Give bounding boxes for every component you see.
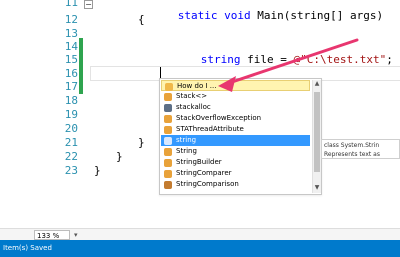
chevron-down-icon[interactable]: ▾ <box>74 230 82 240</box>
line-number: 22 <box>64 150 78 163</box>
intellisense-item-label: How do I ... <box>177 82 217 90</box>
keyword-icon <box>164 104 172 112</box>
code-token: ; <box>386 53 393 66</box>
line-number: 15 <box>64 53 78 66</box>
intellisense-list[interactable]: How do I ... Stack<> stackalloc StackOve… <box>159 78 322 195</box>
gutter: 11 12 13 14 15 16 17 18 19 20 21 22 23 − <box>0 0 96 228</box>
line-number: 17 <box>64 80 78 93</box>
class-icon <box>164 159 172 167</box>
intellisense-item-selected[interactable]: string <box>161 135 310 146</box>
quickinfo-tooltip: class System.Strin Represents text as <box>321 139 400 159</box>
line-number: 23 <box>64 164 78 177</box>
class-icon <box>164 93 172 101</box>
line-number: 11 <box>64 0 78 9</box>
line-number: 21 <box>64 136 78 149</box>
line-number: 16 <box>64 67 78 80</box>
intellisense-item[interactable]: StringComparison <box>161 179 310 190</box>
intellisense-item[interactable]: StackOverflowException <box>161 113 310 124</box>
line-number: 13 <box>64 27 78 40</box>
line-number: 19 <box>64 108 78 121</box>
change-indicator-bar <box>79 38 83 94</box>
keyword-icon <box>164 137 172 145</box>
line-number: 18 <box>64 94 78 107</box>
intellisense-item-label: StringComparer <box>176 169 232 177</box>
line-number: 14 <box>64 40 78 53</box>
tooltip-line: Represents text as <box>324 151 380 158</box>
keyword-token: static void <box>177 9 251 22</box>
collapse-toggle[interactable]: − <box>84 0 93 9</box>
keyword-token: string <box>200 53 241 66</box>
intellisense-item-label: Stack<> <box>176 92 208 100</box>
intellisense-item[interactable]: String <box>161 146 310 157</box>
intellisense-item-label: stackalloc <box>176 103 211 111</box>
text-caret <box>160 67 161 78</box>
code-line-12: { <box>138 13 145 26</box>
intellisense-item[interactable]: Stack<> <box>161 91 310 102</box>
class-icon <box>164 148 172 156</box>
intellisense-item-label: String <box>176 147 197 155</box>
status-text: Item(s) Saved <box>3 244 52 252</box>
class-icon <box>164 170 172 178</box>
line-number: 12 <box>64 13 78 26</box>
code-line-21: } <box>138 136 145 149</box>
intellisense-item-label: StringComparison <box>176 180 239 188</box>
intellisense-item-label: STAThreadAttribute <box>176 125 244 133</box>
code-token: file = <box>240 53 294 66</box>
tooltip-line: class System.Strin <box>324 142 380 149</box>
status-bar: Item(s) Saved <box>0 240 400 257</box>
howto-icon <box>165 83 173 91</box>
class-icon <box>164 126 172 134</box>
zoom-select[interactable]: 133 % <box>34 230 70 240</box>
intellisense-item[interactable]: StringComparer <box>161 168 310 179</box>
enum-icon <box>164 181 172 189</box>
intellisense-item-howto[interactable]: How do I ... <box>161 80 310 91</box>
code-line-22: } <box>116 150 123 163</box>
code-token: Main(string[] args) <box>250 9 384 22</box>
intellisense-item[interactable]: StringBuilder <box>161 157 310 168</box>
vs-editor-root: 11 12 13 14 15 16 17 18 19 20 21 22 23 −… <box>0 0 400 257</box>
string-token: @"C:\test.txt" <box>293 53 387 66</box>
intellisense-item-label: string <box>176 136 197 144</box>
chevron-up-icon[interactable]: ▲ <box>314 80 320 88</box>
intellisense-item-label: StringBuilder <box>176 158 222 166</box>
intellisense-item[interactable]: stackalloc <box>161 102 310 113</box>
line-number: 20 <box>64 122 78 135</box>
class-icon <box>164 115 172 123</box>
code-line-11: static void Main(string[] args) <box>138 0 383 35</box>
scrollbar-thumb[interactable] <box>314 92 320 172</box>
code-line-23: } <box>94 164 101 177</box>
intellisense-item-label: StackOverflowException <box>176 114 262 122</box>
chevron-down-icon[interactable]: ▼ <box>314 184 320 192</box>
intellisense-item[interactable]: STAThreadAttribute <box>161 124 310 135</box>
intellisense-scrollbar[interactable]: ▲ ▼ <box>312 80 321 193</box>
